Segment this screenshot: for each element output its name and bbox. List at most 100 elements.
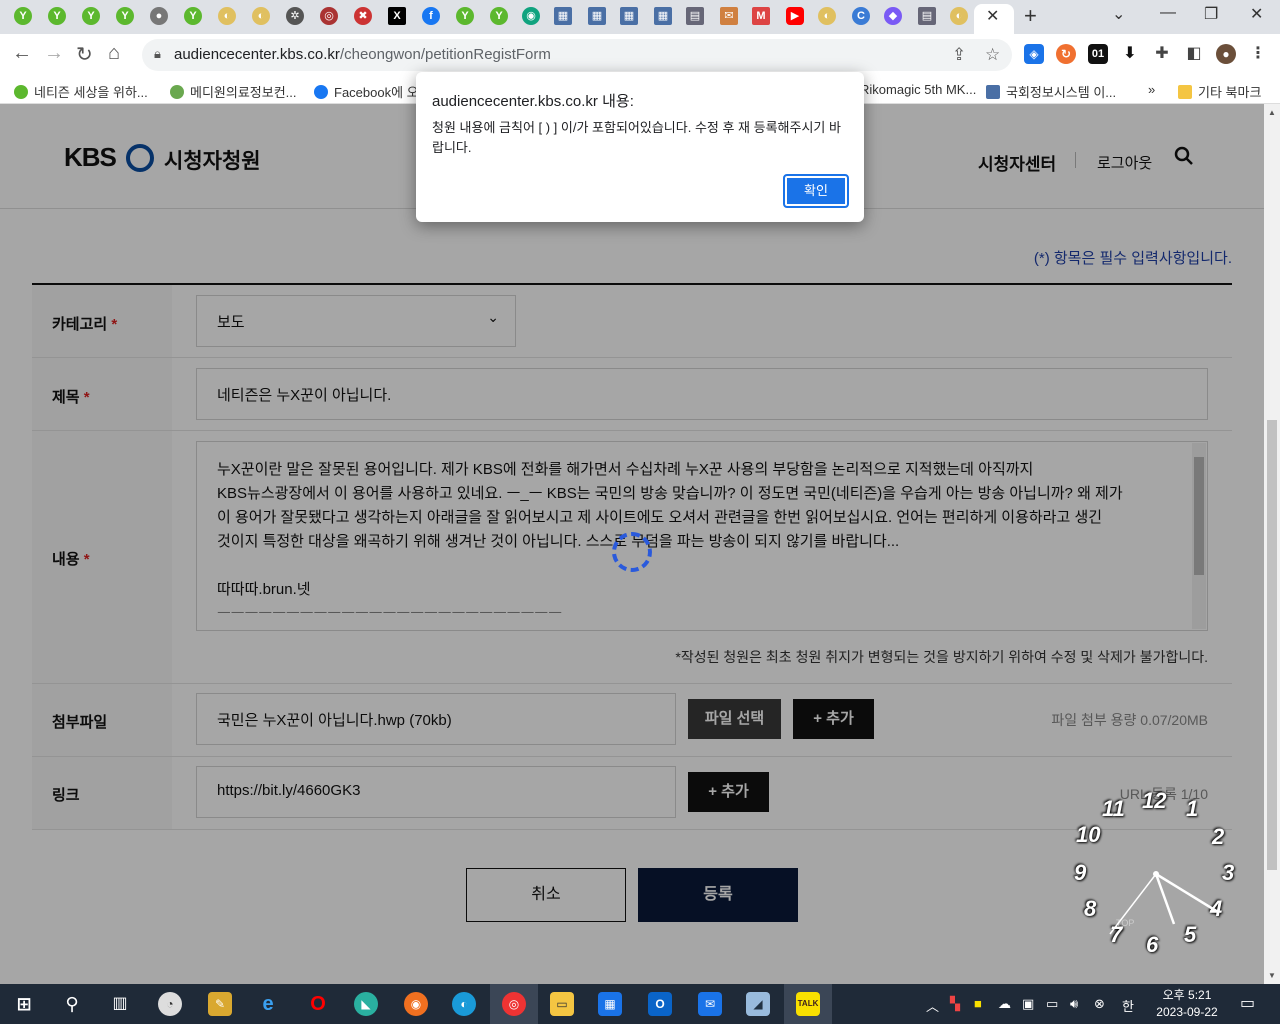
tab-favicon-22[interactable]: ✉ [720, 7, 738, 25]
more-bookmarks-chevron[interactable]: » [1148, 82, 1155, 97]
task-view-icon[interactable]: ▥ [108, 992, 132, 1016]
side-panel-icon[interactable]: ◧ [1184, 44, 1204, 64]
lock-icon[interactable]: 🔒︎ [154, 46, 161, 62]
bookmark-label: Rikomagic 5th MK... [860, 82, 977, 97]
windows-start-icon[interactable]: ⊞ [12, 992, 36, 1016]
tab-favicon-28[interactable]: ▤ [918, 7, 936, 25]
tab-favicon-18[interactable]: ▦ [588, 7, 606, 25]
home-icon[interactable]: ⌂ [108, 42, 120, 65]
tray-chevron-icon[interactable]: ︿ [926, 996, 939, 1015]
volume-icon[interactable]: 🔊︎ [1070, 996, 1078, 1012]
counter-extension-icon[interactable]: 01 [1088, 44, 1108, 64]
tab-favicon-6[interactable]: Y [184, 7, 202, 25]
app-icon-tool[interactable]: ✎ [208, 992, 232, 1016]
tab-favicon-16[interactable]: ◉ [522, 7, 540, 25]
tab-favicon-19[interactable]: ▦ [620, 7, 638, 25]
profile-avatar-icon[interactable]: ● [1216, 44, 1236, 64]
puzzle-extensions-icon[interactable]: ✚ [1152, 44, 1172, 64]
app-icon-bird[interactable]: ◣ [354, 992, 378, 1016]
tab-favicon-29[interactable]: ◐ [950, 7, 968, 25]
bookmark-item-2[interactable]: 메디원의료정보컨... [170, 82, 297, 101]
tab-favicon-2[interactable]: Y [48, 7, 66, 25]
minimize-icon[interactable]: — [1160, 4, 1176, 22]
bookmark-item-4[interactable]: Rikomagic 5th MK... [860, 82, 976, 97]
tab-close-icon[interactable]: ✕ [986, 6, 999, 26]
tab-favicon-3[interactable]: Y [82, 7, 100, 25]
shield-extension-icon[interactable]: ◈ [1024, 44, 1044, 64]
edge-icon[interactable]: ◐ [452, 992, 476, 1016]
taskbar-clock[interactable]: 오후 5:21 2023-09-22 [1152, 987, 1222, 1021]
tab-favicon-7[interactable]: ◐ [218, 7, 236, 25]
maximize-icon[interactable]: ❐ [1204, 4, 1218, 24]
url-path: /cheongwon/petitionRegistForm [339, 46, 551, 63]
bookmark-icon [986, 85, 1000, 99]
facebook-icon [314, 85, 328, 99]
tab-favicon-8[interactable]: ◐ [252, 7, 270, 25]
firefox-icon[interactable]: ◉ [404, 992, 428, 1016]
ie-icon[interactable]: e [256, 992, 280, 1016]
tray-app-icon[interactable]: ▚ [950, 996, 960, 1012]
address-bar[interactable]: 🔒︎ audiencecenter.kbs.co.kr/cheongwon/pe… [142, 39, 1012, 71]
notification-icon[interactable]: ▭ [1240, 993, 1255, 1013]
tab-favicon-4[interactable]: Y [116, 7, 134, 25]
bookmark-label: Facebook에 오 [334, 85, 419, 100]
forward-icon[interactable]: → [44, 42, 64, 65]
file-explorer-icon[interactable]: ▭ [550, 992, 574, 1016]
scroll-down-icon[interactable]: ▼ [1268, 971, 1276, 980]
bookmark-item-5[interactable]: 국회정보시스템 이... [986, 82, 1116, 101]
menu-kebab-icon[interactable]: ⋮ [1248, 44, 1268, 64]
tab-favicon-1[interactable]: Y [14, 7, 32, 25]
tab-favicon-27[interactable]: ◆ [884, 7, 902, 25]
app-icon-clock[interactable]: ◔ [158, 992, 182, 1016]
bookmark-item-3[interactable]: Facebook에 오 [314, 82, 419, 101]
tab-search-icon[interactable]: ⌄ [1112, 4, 1125, 24]
ime-indicator[interactable]: 한 [1122, 996, 1134, 1015]
dialog-ok-button[interactable]: 확인 [783, 174, 849, 208]
tab-favicon-14[interactable]: Y [456, 7, 474, 25]
bookmark-star-icon[interactable]: ☆ [985, 45, 1000, 65]
tab-favicon-12[interactable]: X [388, 7, 406, 25]
dialog-message: 청원 내용에 금칙어 [ ) ] 이/가 포함되어있습니다. 수정 후 재 등록… [432, 120, 841, 155]
tray-close-icon[interactable]: ⊗ [1094, 996, 1105, 1012]
network-icon[interactable]: ▭ [1046, 996, 1058, 1012]
bookmark-item-1[interactable]: 네티즌 세상을 위하... [14, 82, 148, 101]
tab-favicon-26[interactable]: C [852, 7, 870, 25]
reload-icon[interactable]: ↻ [76, 42, 93, 67]
tab-favicon-11[interactable]: ✖ [354, 7, 372, 25]
app-icon-note[interactable]: ◢ [746, 992, 770, 1016]
tab-favicon-17[interactable]: ▦ [554, 7, 572, 25]
tab-favicon-25[interactable]: ◐ [818, 7, 836, 25]
speed-extension-icon[interactable]: ↻ [1056, 44, 1076, 64]
download-extension-icon[interactable]: ⬇ [1120, 44, 1140, 64]
windows-taskbar: ⊞ ⚲ ▥ ◔ ✎ e O ◣ ◉ ◐ ◎ ▭ ▦ O ✉ ◢ TALK ︿ ▚… [0, 984, 1280, 1024]
tray-kakao-icon[interactable]: ■ [974, 996, 982, 1011]
tab-favicon-20[interactable]: ▦ [654, 7, 672, 25]
tab-favicon-9[interactable]: ✲ [286, 7, 304, 25]
scroll-thumb[interactable] [1267, 420, 1277, 870]
outlook-icon[interactable]: O [648, 992, 672, 1016]
tab-favicon-13[interactable]: f [422, 7, 440, 25]
search-taskbar-icon[interactable]: ⚲ [60, 992, 84, 1016]
tab-favicon-24[interactable]: ▶ [786, 7, 804, 25]
scroll-up-icon[interactable]: ▲ [1268, 108, 1276, 117]
desktop-clock-widget: 12 1 2 3 4 5 6 7 8 9 10 11 TOP [1062, 784, 1252, 984]
opera-icon[interactable]: O [306, 992, 330, 1016]
close-window-icon[interactable]: ✕ [1250, 4, 1263, 24]
back-icon[interactable]: ← [12, 42, 32, 65]
chrome-icon[interactable]: ◎ [502, 992, 526, 1016]
mail-icon[interactable]: ✉ [698, 992, 722, 1016]
new-tab-button[interactable]: + [1024, 3, 1037, 29]
page-scrollbar[interactable]: ▲ ▼ [1264, 104, 1280, 984]
tray-update-icon[interactable]: ▣ [1022, 996, 1034, 1012]
other-bookmarks-folder[interactable]: 기타 북마크 [1178, 82, 1261, 101]
onedrive-icon[interactable]: ☁ [998, 996, 1011, 1012]
tab-favicon-21[interactable]: ▤ [686, 7, 704, 25]
tab-favicon-15[interactable]: Y [490, 7, 508, 25]
loading-spinner-icon [612, 532, 652, 572]
store-icon[interactable]: ▦ [598, 992, 622, 1016]
share-icon[interactable]: ⇪ [952, 45, 966, 65]
tab-favicon-5[interactable]: ● [150, 7, 168, 25]
tab-favicon-10[interactable]: ◎ [320, 7, 338, 25]
tab-favicon-23[interactable]: M [752, 7, 770, 25]
kakaotalk-icon[interactable]: TALK [796, 992, 820, 1016]
